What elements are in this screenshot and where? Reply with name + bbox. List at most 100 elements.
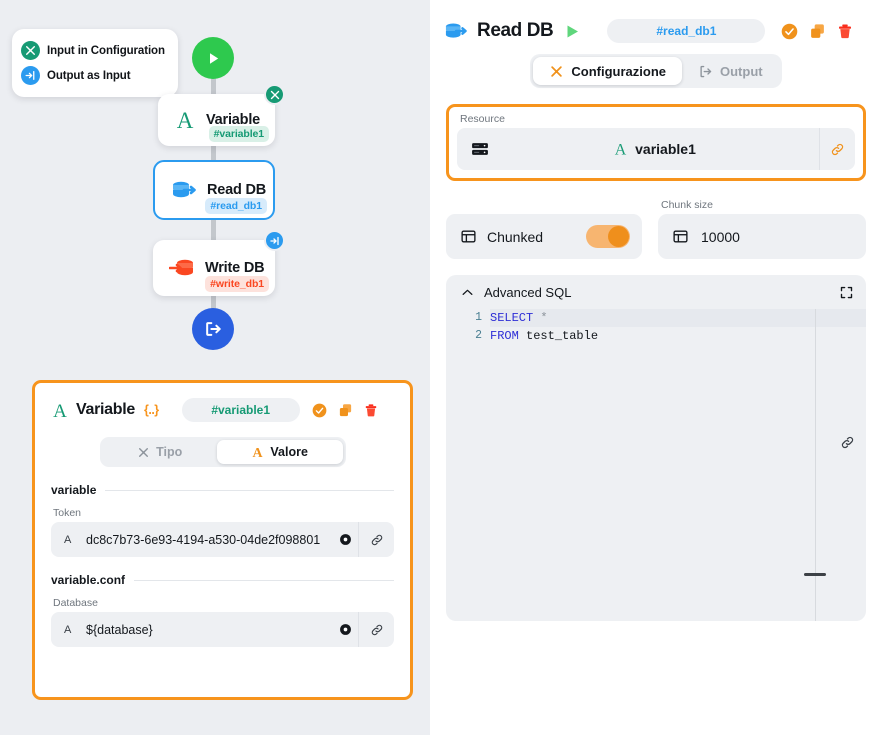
advanced-sql-title: Advanced SQL: [484, 284, 572, 300]
legend-item-output-as-input: Output as Input: [21, 63, 168, 88]
clear-icon[interactable]: [332, 623, 358, 636]
sql-text: test_table: [518, 329, 599, 343]
resource-highlight: Resource A variable1: [446, 104, 866, 181]
chunk-size-field[interactable]: 10000: [658, 214, 866, 259]
tools-icon: [137, 446, 150, 459]
advanced-sql-card: Advanced SQL 1 2 SELECT * FROM test_tabl…: [446, 275, 866, 621]
code-line: SELECT *: [490, 309, 866, 327]
field-label-database: Database: [53, 597, 98, 609]
divider: [134, 579, 394, 581]
flow-node-tag: #variable1: [208, 126, 269, 142]
tab-label: Tipo: [156, 445, 183, 459]
link-icon[interactable]: [840, 435, 855, 450]
chunk-size-label: Chunk size: [661, 199, 713, 211]
svg-text:A: A: [177, 108, 194, 132]
duplicate-icon[interactable]: [338, 403, 353, 418]
clear-icon[interactable]: [332, 533, 358, 546]
server-icon: [470, 139, 490, 159]
detail-panel-header: Read DB #read_db1: [430, 0, 882, 46]
tab-label: Configurazione: [571, 63, 666, 79]
switch-knob: [608, 226, 629, 247]
chunk-row: Chunked Chunk size 10000: [446, 199, 866, 259]
flow-end-node[interactable]: [192, 308, 234, 350]
flow-node-read-db[interactable]: Read DB #read_db1: [153, 160, 275, 220]
flow-canvas[interactable]: Input in Configuration Output as Input A…: [0, 0, 430, 735]
chunked-label: Chunked: [487, 228, 544, 245]
flow-node-tag: #read_db1: [205, 198, 267, 214]
table-icon: [460, 228, 477, 245]
flow-node-variable[interactable]: A Variable #variable1: [158, 84, 285, 146]
divider: [105, 489, 394, 491]
database-value: ${database}: [86, 622, 153, 637]
flow-node-title: Write DB: [205, 260, 265, 276]
legend-item-input-in-configuration: Input in Configuration: [21, 38, 168, 63]
variable-icon: A: [174, 108, 196, 132]
variable-icon: A: [613, 140, 628, 158]
token-field[interactable]: A dc8c7b73-6e93-4194-a530-04de2f098801: [51, 522, 394, 557]
tab-tipo[interactable]: Tipo: [103, 440, 217, 464]
tab-output[interactable]: Output: [682, 57, 779, 85]
sql-scrollbar-thumb[interactable]: [804, 573, 826, 576]
advanced-sql-header[interactable]: Advanced SQL: [446, 275, 866, 309]
line-number: 2: [475, 329, 482, 342]
legend-item-label: Output as Input: [47, 69, 131, 82]
flow-node-write-db[interactable]: Write DB #write_db1: [153, 230, 285, 296]
sql-code[interactable]: SELECT * FROM test_table: [490, 309, 866, 345]
line-number: 1: [475, 311, 482, 324]
chunked-toggle-field[interactable]: Chunked: [446, 214, 642, 259]
legend-item-label: Input in Configuration: [47, 44, 165, 57]
token-value: dc8c7b73-6e93-4194-a530-04de2f098801: [86, 532, 321, 547]
link-icon[interactable]: [819, 128, 855, 170]
page-title: Read DB: [477, 20, 554, 41]
field-kind-icon: A: [64, 533, 72, 546]
chunk-size-value: 10000: [701, 228, 740, 245]
svg-text:A: A: [53, 401, 67, 420]
tab-configurazione[interactable]: Configurazione: [533, 57, 682, 85]
play-icon: [205, 50, 222, 67]
sql-line-numbers: 1 2: [446, 309, 490, 345]
node-id-pill[interactable]: #read_db1: [607, 19, 766, 43]
fullscreen-icon[interactable]: [839, 285, 854, 300]
table-icon: [672, 228, 689, 245]
output-icon: [698, 64, 713, 79]
node-detail-panel: Read DB #read_db1 Configurazione Output …: [430, 0, 882, 735]
link-icon[interactable]: [358, 612, 394, 647]
flow-node-tag: #write_db1: [205, 276, 269, 292]
section-header-variable: variable: [51, 483, 394, 497]
section-header-variable-conf: variable.conf: [51, 573, 394, 587]
flow-start-node[interactable]: [192, 37, 234, 79]
resource-value: variable1: [635, 141, 696, 157]
svg-text:A: A: [615, 142, 627, 158]
resource-label: Resource: [460, 113, 505, 125]
tab-label: Output: [720, 63, 763, 79]
confirm-icon[interactable]: [781, 23, 798, 40]
run-button[interactable]: [564, 23, 581, 40]
variable-tab-group[interactable]: Tipo A Valore: [99, 437, 346, 467]
detail-tab-group[interactable]: Configurazione Output: [430, 54, 882, 88]
variable-icon: A: [251, 445, 264, 460]
chunked-switch[interactable]: [586, 225, 630, 248]
section-title: variable: [51, 483, 97, 497]
sql-keyword: FROM: [490, 329, 519, 343]
field-label-token: Token: [53, 507, 82, 519]
variable-panel-header: A Variable {..} #variable1: [51, 397, 394, 423]
link-icon[interactable]: [358, 522, 394, 557]
sql-keyword: SELECT: [490, 311, 534, 325]
resource-field[interactable]: A variable1: [457, 128, 855, 170]
tab-valore[interactable]: A Valore: [216, 440, 343, 464]
sql-editor[interactable]: 1 2 SELECT * FROM test_table: [446, 309, 866, 345]
code-line: FROM test_table: [490, 327, 866, 345]
confirm-icon[interactable]: [312, 403, 327, 418]
legend-card: Input in Configuration Output as Input: [12, 29, 178, 97]
section-title: variable.conf: [51, 573, 126, 587]
delete-icon[interactable]: [364, 403, 378, 418]
variable-inspector-panel: A Variable {..} #variable1 Tipo A Valore…: [32, 380, 413, 700]
variable-icon: A: [51, 400, 69, 420]
delete-icon[interactable]: [837, 23, 853, 40]
database-field[interactable]: A ${database}: [51, 612, 394, 647]
variable-id-pill[interactable]: #variable1: [181, 398, 300, 422]
chevron-up-icon[interactable]: [460, 285, 475, 300]
arrow-into-bracket-icon: [264, 230, 285, 251]
flow-node-title: Read DB: [207, 182, 267, 198]
duplicate-icon[interactable]: [809, 23, 826, 40]
